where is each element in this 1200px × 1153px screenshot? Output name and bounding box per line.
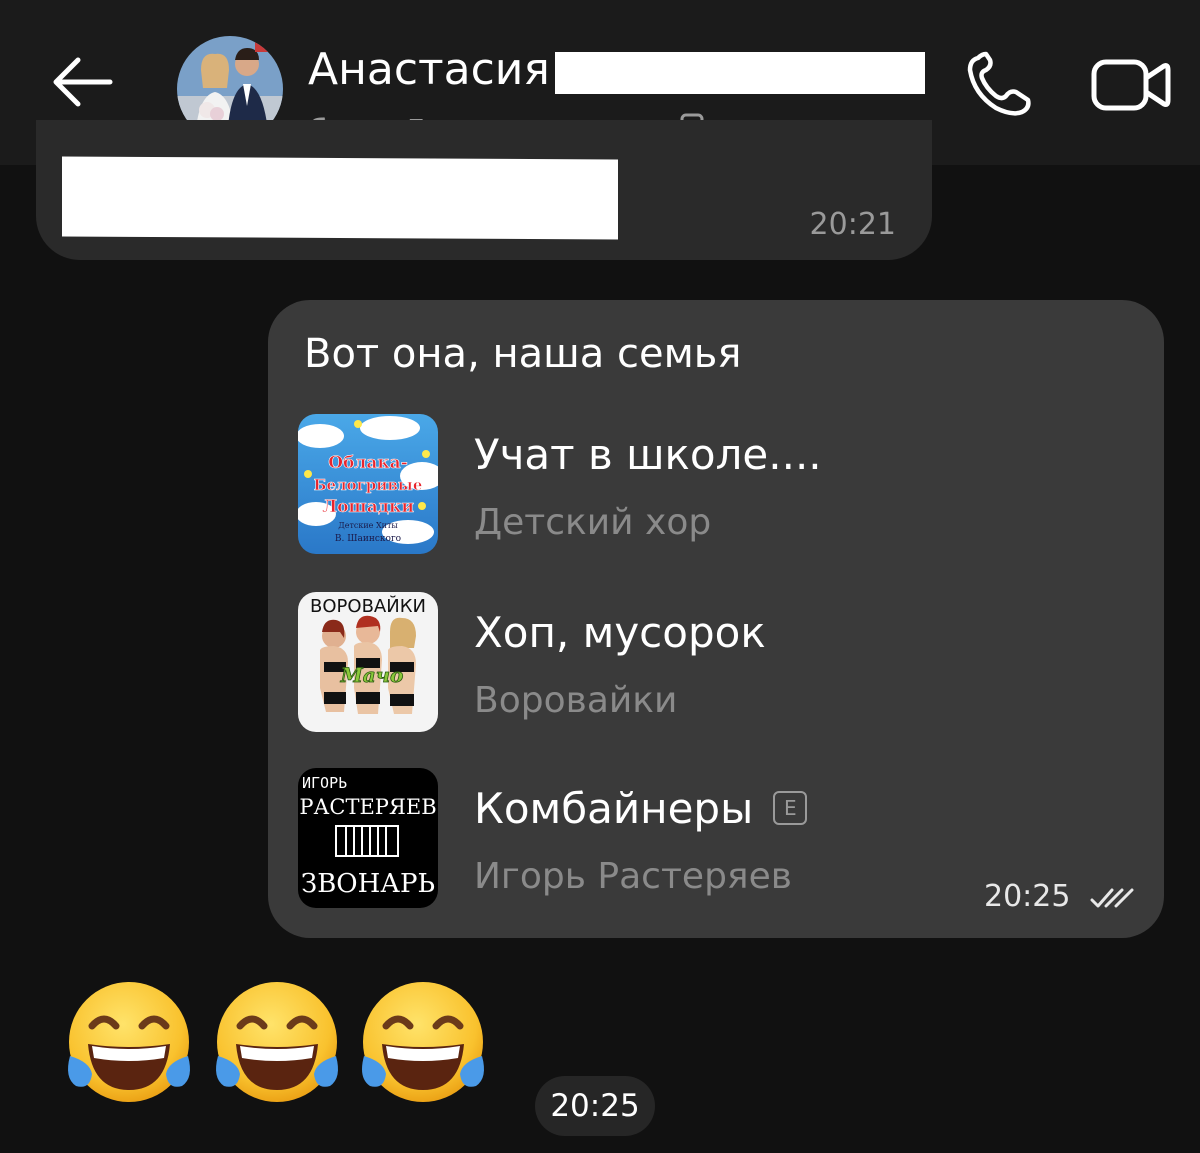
album-cover-art: ВОРОВАЙКИ Мачо: [298, 592, 438, 732]
back-arrow-icon: [53, 57, 113, 107]
contact-name[interactable]: Анастасия: [308, 42, 550, 98]
audio-track-1[interactable]: Облака- Белогривые Лошадки Детские Хиты …: [298, 414, 1138, 556]
cover-text: ИГОРЬ: [302, 774, 347, 792]
track-title: Комбайнеры: [474, 784, 754, 833]
track-artist: Детский хор: [474, 502, 712, 543]
redaction-box: [62, 156, 618, 240]
cover-text: Мачо: [340, 663, 404, 687]
audio-track-2[interactable]: ВОРОВАЙКИ Мачо Хоп, мусорок Воровайки: [298, 592, 1138, 734]
message-text: Вот она, наша семья: [304, 331, 742, 377]
track-title: Учат в школе....: [474, 430, 822, 479]
tears-of-joy-emoji-icon: [68, 982, 190, 1102]
cover-text: Облака-: [328, 453, 408, 473]
tears-of-joy-emoji-icon: [216, 982, 338, 1102]
video-camera-icon: [1091, 59, 1171, 111]
redaction-box: [555, 52, 925, 94]
cover-text: ВОРОВАЙКИ: [310, 595, 426, 617]
album-cover[interactable]: Облака- Белогривые Лошадки Детские Хиты …: [298, 414, 438, 554]
explicit-icon: E: [773, 790, 808, 825]
message-time: 20:21: [809, 207, 896, 242]
message-time-status: 20:25: [984, 879, 1134, 914]
cover-text: Лошадки: [322, 497, 414, 517]
cover-text: Детские Хиты: [338, 521, 398, 530]
track-title-row: Комбайнеры E: [474, 782, 808, 836]
album-cover[interactable]: ВОРОВАЙКИ Мачо: [298, 592, 438, 732]
track-title: Хоп, мусорок: [474, 608, 766, 657]
cover-text: В. Шаинского: [335, 534, 401, 544]
track-artist: Игорь Растеряев: [474, 856, 792, 897]
call-button[interactable]: [960, 50, 1040, 120]
tears-of-joy-emoji-icon: [362, 982, 484, 1102]
cover-text: Белогривые: [314, 476, 423, 494]
message-time: 20:25: [535, 1076, 655, 1136]
phone-icon: [967, 51, 1031, 116]
cover-text: ЗВОНАРЬ: [301, 869, 435, 899]
message-time: 20:25: [983, 879, 1071, 914]
track-artist: Воровайки: [474, 680, 678, 721]
outgoing-playlist-message[interactable]: Вот она, наша семья Облака- Белогривые Л…: [268, 300, 1164, 938]
album-cover-art: Облака- Белогривые Лошадки Детские Хиты …: [298, 414, 438, 554]
album-cover[interactable]: ИГОРЬ РАСТЕРЯЕВ ЗВОНАРЬ: [298, 768, 438, 908]
double-check-icon: [1090, 888, 1134, 907]
album-cover-art: ИГОРЬ РАСТЕРЯЕВ ЗВОНАРЬ: [298, 768, 438, 908]
back-button[interactable]: [50, 55, 114, 109]
video-call-button[interactable]: [1088, 52, 1172, 118]
cover-text: РАСТЕРЯЕВ: [299, 795, 436, 819]
